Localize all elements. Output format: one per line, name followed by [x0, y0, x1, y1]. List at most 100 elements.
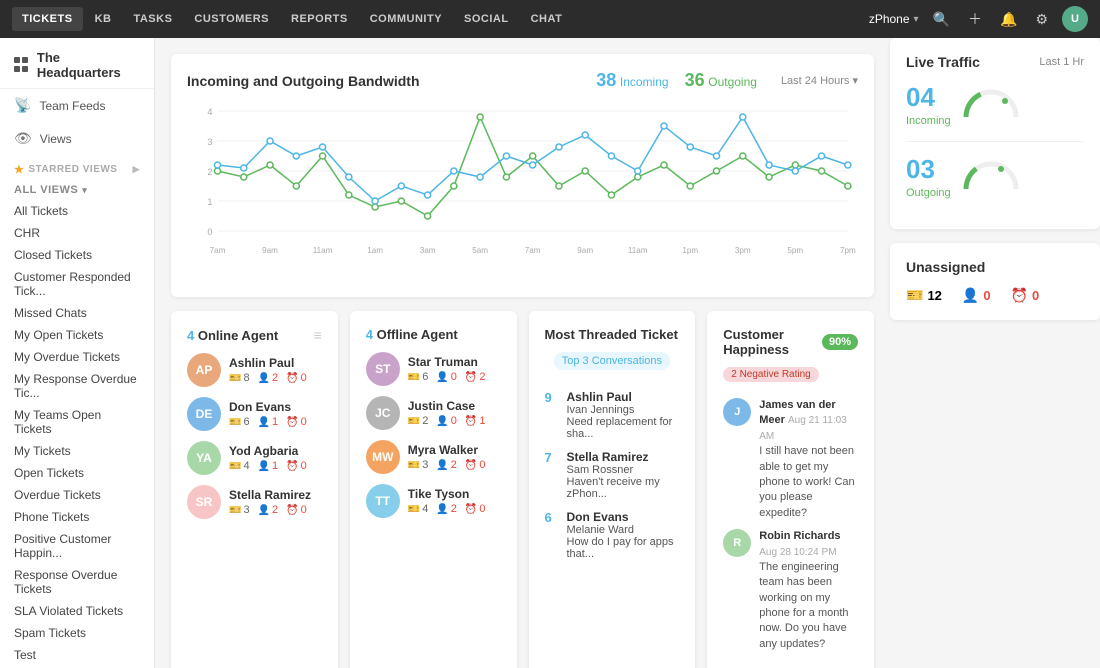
most-threaded-title: Most Threaded Ticket [545, 327, 680, 342]
feedback-avatar: J [723, 398, 751, 426]
add-icon[interactable]: ＋ [964, 7, 986, 31]
overdue-stat-icon: ⏰ [465, 504, 477, 515]
sidebar-link[interactable]: SLA Violated Tickets [0, 600, 154, 622]
sidebar-link[interactable]: Closed Tickets [0, 244, 154, 266]
nav-social[interactable]: SOCIAL [454, 7, 519, 31]
all-views-chevron: ▾ [82, 185, 87, 196]
unassigned-title: Unassigned [906, 259, 1084, 275]
overdue-stat: ⏰0 [286, 416, 307, 428]
all-views-row[interactable]: ALL VIEWS ▾ [0, 180, 154, 200]
sidebar-link[interactable]: Phone Tickets [0, 506, 154, 528]
svg-text:9am: 9am [262, 246, 278, 255]
agent-icon: 👤 [962, 287, 979, 304]
nav-tickets[interactable]: TICKETS [12, 7, 83, 31]
team-feeds-icon: 📡 [14, 97, 31, 114]
ticket-stat-icon: 🎫 [408, 504, 420, 515]
sidebar-item-team-feeds[interactable]: 📡 Team Feeds [0, 89, 154, 122]
nav-chat[interactable]: CHAT [521, 7, 573, 31]
search-icon[interactable]: 🔍 [929, 9, 954, 30]
bandwidth-time[interactable]: Last 24 Hours ▾ [781, 74, 858, 87]
lt-outgoing-number: 03 [906, 154, 951, 185]
ticket-stat-icon: 🎫 [408, 372, 420, 383]
sidebar-link[interactable]: My Teams Open Tickets [0, 404, 154, 440]
agent-row: MW Myra Walker 🎫3 👤2 ⏰0 [366, 440, 501, 474]
agent-row: ST Star Truman 🎫6 👤0 ⏰2 [366, 352, 501, 386]
thread-subject: Haven't receive my zPhon... [567, 476, 680, 500]
feedback-list: J James van der Meer Aug 21 11:03 AM I s… [723, 398, 858, 652]
feedback-text: Robin Richards Aug 28 10:24 PM The engin… [759, 529, 858, 652]
notifications-icon[interactable]: 🔔 [996, 9, 1021, 30]
ticket-stat: 🎫4 [408, 503, 429, 515]
nav-kb[interactable]: KB [85, 7, 122, 31]
incoming-count: 38 [596, 70, 616, 90]
user-avatar[interactable]: U [1062, 6, 1088, 32]
ticket-stat: 🎫8 [229, 372, 250, 384]
sidebar-link[interactable]: Open Tickets [0, 462, 154, 484]
sidebar-org-header[interactable]: The Headquarters [0, 38, 154, 89]
overdue-stat-icon: ⏰ [286, 505, 298, 516]
nav-reports[interactable]: REPORTS [281, 7, 358, 31]
sidebar-link[interactable]: Spam Tickets [0, 622, 154, 644]
feedback-text: James van der Meer Aug 21 11:03 AM I sti… [759, 398, 858, 521]
star-icon: ★ [14, 163, 24, 176]
ticket-stat-icon: 🎫 [408, 460, 420, 471]
offline-agents-list: ST Star Truman 🎫6 👤0 ⏰2 JC Justin Case 🎫… [366, 352, 501, 518]
svg-text:9am: 9am [577, 246, 593, 255]
svg-text:1am: 1am [367, 246, 383, 255]
overdue-stat-icon: ⏰ [286, 373, 298, 384]
reassign-stat-icon: 👤 [258, 505, 270, 516]
online-agents-title: 4 Online Agent ≡ [187, 327, 322, 343]
sidebar-link[interactable]: My Response Overdue Tic... [0, 368, 154, 404]
svg-text:0: 0 [207, 227, 212, 237]
feedback-row: J James van der Meer Aug 21 11:03 AM I s… [723, 398, 858, 521]
sidebar-link[interactable]: Missed Chats [0, 302, 154, 324]
sidebar-link[interactable]: Response Overdue Tickets [0, 564, 154, 600]
overdue-stat-icon: ⏰ [465, 416, 477, 427]
reassign-stat: 👤1 [258, 460, 279, 472]
sidebar-item-views[interactable]: 👁 Views [0, 122, 154, 155]
agent-stats: 🎫3 👤2 ⏰0 [408, 459, 486, 471]
unassigned-overdue-count: 0 [1032, 288, 1039, 303]
agent-name: Myra Walker [408, 443, 486, 457]
settings-icon[interactable]: ⚙ [1031, 9, 1052, 30]
sidebar-link[interactable]: My Overdue Tickets [0, 346, 154, 368]
agent-name: Stella Ramirez [229, 488, 311, 502]
sidebar-link[interactable]: All Tickets [0, 200, 154, 222]
reassign-stat-icon: 👤 [436, 460, 448, 471]
reassign-stat-icon: 👤 [436, 504, 448, 515]
lt-outgoing-gauge-row: 03 Outgoing [906, 154, 1084, 199]
thread-from: Ivan Jennings [567, 404, 680, 416]
sidebar-link[interactable]: Customer Responded Tick... [0, 266, 154, 302]
overdue-stat: ⏰1 [465, 415, 486, 427]
sidebar-link[interactable]: CHR [0, 222, 154, 244]
thread-agent-name: Ashlin Paul [567, 390, 680, 404]
nav-tasks[interactable]: TASKS [123, 7, 182, 31]
sidebar-link[interactable]: Overdue Tickets [0, 484, 154, 506]
thread-row: 6 Don Evans Melanie Ward How do I pay fo… [545, 510, 680, 560]
nav-customers[interactable]: CUSTOMERS [184, 7, 279, 31]
sidebar-link[interactable]: My Open Tickets [0, 324, 154, 346]
nav-community[interactable]: COMMUNITY [360, 7, 452, 31]
sidebar-link[interactable]: Positive Customer Happin... [0, 528, 154, 564]
ticket-stat: 🎫2 [408, 415, 429, 427]
unassigned-agent-count: 0 [983, 288, 990, 303]
feedback-avatar: R [723, 529, 751, 557]
agent-avatar: AP [187, 353, 221, 387]
org-name: The Headquarters [37, 50, 140, 80]
ticket-stat-icon: 🎫 [229, 417, 241, 428]
agent-stats: 🎫4 👤2 ⏰0 [408, 503, 486, 515]
menu-icon: ≡ [314, 327, 322, 343]
reassign-stat: 👤1 [258, 416, 279, 428]
thread-info: Ashlin Paul Ivan Jennings Need replaceme… [567, 390, 680, 440]
overdue-stat: ⏰0 [286, 504, 307, 516]
sidebar-link[interactable]: Test [0, 644, 154, 666]
svg-text:4: 4 [207, 107, 212, 117]
most-threaded-card: Most Threaded Ticket Top 3 Conversations… [529, 311, 696, 668]
lt-outgoing-metric: 03 Outgoing [906, 154, 1084, 199]
thread-row: 9 Ashlin Paul Ivan Jennings Need replace… [545, 390, 680, 440]
thread-agent-name: Don Evans [567, 510, 680, 524]
agent-avatar: TT [366, 484, 400, 518]
reassign-stat: 👤0 [436, 415, 457, 427]
sidebar-link[interactable]: My Tickets [0, 440, 154, 462]
agent-avatar: DE [187, 397, 221, 431]
